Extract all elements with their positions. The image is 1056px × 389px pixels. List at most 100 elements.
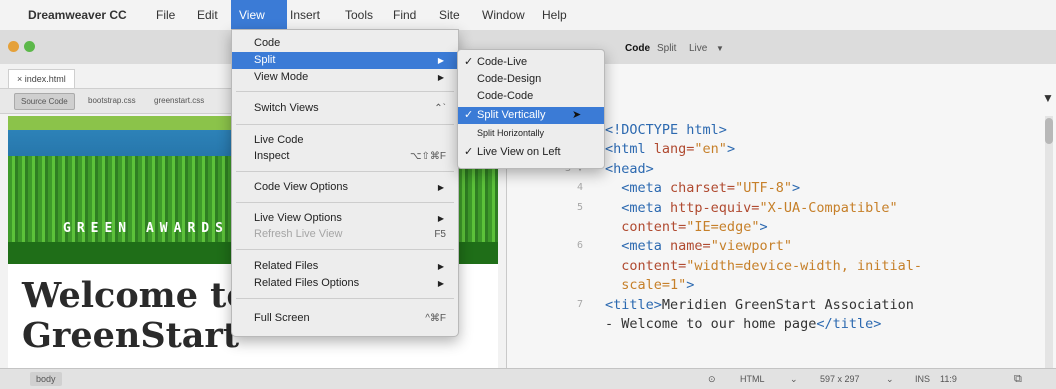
checkmark-icon: ✓ — [464, 146, 474, 158]
code-token: "IE=edge" — [686, 219, 760, 235]
code-line[interactable]: <!DOCTYPE html> — [605, 122, 727, 138]
live-view-button[interactable]: Live — [684, 41, 712, 57]
menu-help[interactable]: Help — [534, 0, 575, 30]
minimize-icon[interactable] — [8, 41, 19, 52]
line-number: 7 — [576, 298, 583, 310]
code-scrollbar-thumb[interactable] — [1045, 118, 1053, 144]
code-line[interactable]: <meta name="viewport" — [605, 238, 792, 254]
preview-icon[interactable]: ⧉ — [1014, 372, 1022, 386]
welcome-heading-line1: Welcome to — [22, 275, 250, 316]
code-token: "X-UA-Compatible" — [759, 199, 898, 216]
window-size-chevron-icon[interactable]: ⌄ — [886, 372, 894, 386]
menu-item-switch-views[interactable]: Switch Views ⌃` — [232, 100, 458, 117]
zoom-icon[interactable] — [24, 41, 35, 52]
submenu-item-live-view-on-left[interactable]: ✓ Live View on Left — [458, 144, 604, 161]
code-token: <meta — [621, 180, 662, 197]
menu-tools[interactable]: Tools — [337, 0, 381, 30]
welcome-heading-line2: GreenStart — [22, 315, 240, 356]
tag-selector[interactable]: body — [30, 372, 62, 386]
code-line[interactable]: content="IE=edge"> — [605, 219, 768, 235]
live-dropdown-chevron-icon[interactable]: ▼ — [711, 41, 729, 57]
submenu-item-split-horizontally[interactable]: Split Horizontally — [458, 125, 604, 142]
filter-icon[interactable]: ▼ — [1042, 91, 1054, 105]
submenu-arrow-icon: ▶ — [437, 262, 444, 271]
code-token: > — [759, 219, 768, 235]
checkmark-icon: ✓ — [464, 109, 474, 121]
menu-item-inspect[interactable]: Inspect ⌥⇧⌘F — [232, 148, 458, 165]
document-type-chevron-icon[interactable]: ⌄ — [790, 372, 798, 386]
menu-file[interactable]: File — [148, 0, 183, 30]
submenu-arrow-icon: ▶ — [437, 56, 444, 65]
related-file-bootstrap[interactable]: bootstrap.css — [82, 93, 142, 108]
submenu-item-split-vertically[interactable]: ✓ Split Vertically ➤ — [458, 107, 604, 124]
document-tab[interactable]: × index.html — [8, 69, 75, 88]
submenu-arrow-icon: ▶ — [437, 73, 444, 82]
related-file-greenstart[interactable]: greenstart.css — [148, 93, 210, 108]
line-number: 6 — [576, 240, 583, 252]
checkmark-icon: ✓ — [464, 56, 474, 68]
code-token: content= — [621, 219, 687, 235]
code-line[interactable]: <head> — [605, 161, 654, 177]
app-menu[interactable]: Dreamweaver CC — [20, 0, 135, 30]
submenu-arrow-icon: ▶ — [437, 183, 444, 192]
menu-find[interactable]: Find — [385, 0, 424, 30]
menu-window[interactable]: Window — [474, 0, 533, 30]
welcome-heading: Welcome to GreenStart — [22, 276, 250, 356]
menu-separator — [236, 91, 454, 92]
menu-site[interactable]: Site — [431, 0, 468, 30]
split-view-button[interactable]: Split — [652, 41, 681, 57]
code-scrollbar-track[interactable] — [1045, 116, 1053, 368]
menu-item-view-mode[interactable]: View Mode ▶ — [232, 69, 458, 86]
menu-item-live-code[interactable]: Live Code — [232, 132, 458, 149]
code-token: name= — [661, 238, 711, 255]
code-line[interactable]: content="width=device-width, initial- — [605, 258, 922, 274]
document-tab-label: index.html — [24, 74, 66, 84]
code-line[interactable]: <html lang="en"> — [605, 141, 735, 157]
code-line[interactable]: <title>Meridien GreenStart Association — [605, 297, 914, 313]
code-token: > — [686, 277, 695, 294]
code-line[interactable]: scale=1"> — [605, 277, 694, 293]
code-token: "UTF-8" — [735, 180, 792, 197]
menu-item-split[interactable]: Split ▶ — [232, 52, 458, 69]
menu-insert[interactable]: Insert — [282, 0, 328, 30]
code-token: content= — [621, 257, 687, 274]
code-token: "width=device-width, initial- — [686, 257, 922, 274]
menu-separator — [236, 249, 454, 250]
code-line[interactable]: - Welcome to our home page</title> — [605, 316, 881, 332]
code-token: - Welcome to our home page — [605, 316, 817, 332]
menu-item-code-view-options[interactable]: Code View Options ▶ — [232, 179, 458, 196]
submenu-arrow-icon: ▶ — [437, 279, 444, 288]
menu-item-full-screen[interactable]: Full Screen ^⌘F — [232, 310, 458, 327]
submenu-item-code-code[interactable]: Code-Code — [458, 88, 604, 105]
menu-separator — [236, 202, 454, 203]
menu-item-live-view-options[interactable]: Live View Options ▶ — [232, 210, 458, 227]
menu-separator — [236, 171, 454, 172]
document-type-select[interactable]: HTML — [740, 372, 765, 386]
menu-bar: Dreamweaver CC File Edit View Insert Too… — [0, 0, 1056, 31]
code-token: <meta — [621, 238, 662, 255]
window-size-select[interactable]: 597 x 297 — [820, 372, 860, 386]
submenu-item-code-live[interactable]: ✓ Code-Live — [458, 54, 604, 71]
status-ok-icon: ⊙ — [708, 374, 716, 384]
related-file-source-code[interactable]: Source Code — [14, 93, 75, 110]
code-token: charset= — [661, 180, 736, 197]
close-icon[interactable]: × — [17, 74, 25, 84]
menu-item-related-files[interactable]: Related Files ▶ — [232, 258, 458, 275]
submenu-item-code-design[interactable]: Code-Design — [458, 71, 604, 88]
code-line[interactable]: <meta http-equiv="X-UA-Compatible" — [605, 199, 898, 216]
menu-edit[interactable]: Edit — [189, 0, 226, 30]
menu-separator — [236, 298, 454, 299]
insert-mode: INS — [915, 374, 931, 384]
menu-item-related-files-options[interactable]: Related Files Options ▶ — [232, 275, 458, 292]
code-view-button[interactable]: Code — [620, 41, 655, 57]
menu-item-code[interactable]: Code — [232, 35, 458, 52]
code-line[interactable]: <meta charset="UTF-8"> — [605, 180, 800, 196]
menu-view[interactable]: View — [231, 0, 287, 30]
menu-item-refresh-live-view: Refresh Live View F5 — [254, 228, 446, 240]
cursor-position: 11:9 — [940, 374, 957, 384]
